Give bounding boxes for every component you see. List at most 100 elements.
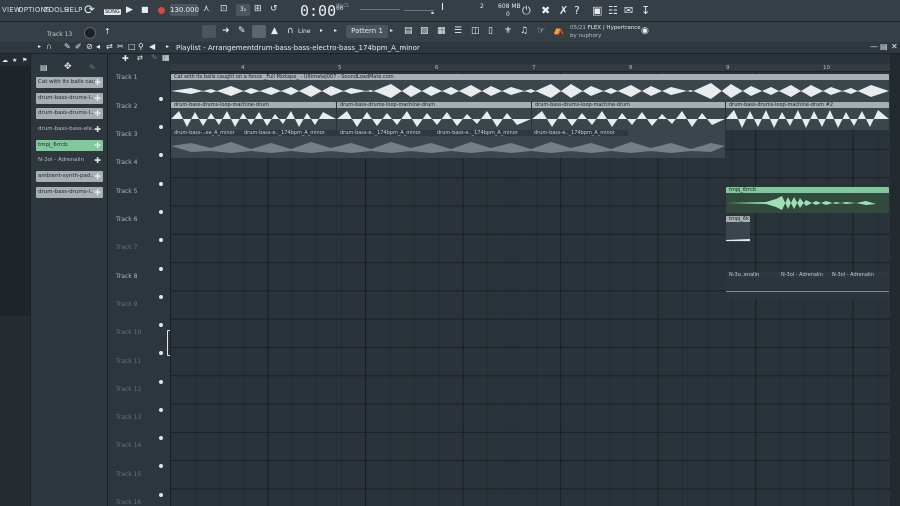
- magnet-snap-icon[interactable]: ∩: [46, 43, 52, 51]
- picker-move-icon[interactable]: ✥: [64, 63, 72, 72]
- track-arrows-icon[interactable]: ⇄: [137, 55, 143, 62]
- tool-delete-icon[interactable]: ⊘: [86, 43, 93, 51]
- refresh-icon[interactable]: ⟳: [84, 4, 95, 17]
- main-volume-knob[interactable]: [84, 27, 96, 39]
- mixer-icon[interactable]: ☰: [454, 27, 462, 36]
- play-icon[interactable]: ▶: [126, 6, 133, 15]
- track-label[interactable]: Track 9: [116, 301, 137, 308]
- track-mute-button[interactable]: [159, 351, 163, 355]
- track-mute-button[interactable]: [159, 464, 163, 468]
- track-mute-button[interactable]: [159, 323, 163, 327]
- browser-cloud-icon[interactable]: ☁: [2, 58, 8, 64]
- tool-zoom-icon[interactable]: ⚲: [138, 43, 144, 51]
- playlist-icon[interactable]: ▤: [404, 27, 413, 36]
- audio-clip[interactable]: tmpj_6rrcb: [726, 187, 889, 213]
- track-label[interactable]: Track 14: [116, 442, 141, 449]
- brush-icon[interactable]: ✎: [238, 27, 246, 36]
- tool-draw-icon[interactable]: ✎: [64, 43, 71, 51]
- track-label[interactable]: Track 11: [116, 358, 141, 365]
- track-label[interactable]: Track 6: [116, 216, 137, 223]
- minimize-icon[interactable]: —: [870, 43, 878, 51]
- track-mute-button[interactable]: [159, 267, 163, 271]
- timeline-ruler[interactable]: [170, 64, 890, 72]
- track-label[interactable]: Track 4: [116, 159, 137, 166]
- picker-edit-icon[interactable]: ✎: [89, 64, 96, 72]
- breadcrumb-arrow-icon[interactable]: ›: [402, 44, 405, 52]
- track-label[interactable]: Track 12: [116, 386, 141, 393]
- add-icon[interactable]: ✚: [94, 155, 101, 166]
- audio-clip[interactable]: drum-bass-drums-loop-machine-drum: [532, 102, 725, 130]
- picker-item[interactable]: drum-bass-bass-ele.. ✚: [36, 124, 103, 135]
- browser-icon[interactable]: ◫: [471, 27, 480, 36]
- vertical-scrollbar[interactable]: [890, 54, 900, 506]
- tool-playback-icon[interactable]: ◀: [149, 43, 155, 51]
- piano-icon[interactable]: [202, 25, 216, 38]
- blend-icon[interactable]: ⊞: [254, 5, 262, 14]
- tempo-tapper-icon[interactable]: ♫: [520, 27, 528, 36]
- track-label[interactable]: Track 5: [116, 188, 137, 195]
- add-icon[interactable]: ✚: [94, 93, 101, 104]
- download-icon[interactable]: ↧: [641, 5, 650, 16]
- wait-icon[interactable]: ⊡: [220, 5, 228, 14]
- add-icon[interactable]: ✚: [94, 77, 101, 88]
- tool-mute-icon[interactable]: ◂: [96, 43, 100, 51]
- add-icon[interactable]: ✚: [94, 124, 101, 135]
- maximize-icon[interactable]: ▤: [880, 43, 888, 51]
- track-mute-button[interactable]: [159, 97, 163, 101]
- pitch-icon[interactable]: ↑: [104, 28, 111, 36]
- tempo-display[interactable]: 130.000: [170, 4, 199, 16]
- audio-clip[interactable]: drum-bass-drums-loop-machine-drum #2: [726, 102, 889, 130]
- picker-list-icon[interactable]: ▤: [40, 64, 48, 72]
- pitch-knob-icon[interactable]: ⚭: [430, 11, 435, 17]
- picker-item[interactable]: drum-bass-drums-l.. ✚: [36, 108, 103, 119]
- track-mute-button[interactable]: [159, 238, 163, 242]
- power-icon[interactable]: ⏻: [522, 5, 531, 16]
- add-icon[interactable]: ✚: [94, 187, 101, 198]
- tool-paint-icon[interactable]: ✐: [75, 43, 82, 51]
- breadcrumb[interactable]: drum-bass-bass-electro-bass_174bpm_A_min…: [254, 44, 420, 52]
- audio-clip[interactable]: drum-bass-drums-loop-machine-drum: [337, 102, 531, 130]
- stamp-icon[interactable]: ▲: [271, 27, 278, 36]
- picker-item[interactable]: ambient-synth-pad.. ✚: [36, 171, 103, 182]
- cut-icon[interactable]: ✖: [541, 5, 550, 16]
- pattern-add-icon[interactable]: ▸: [390, 28, 393, 34]
- track-grid-icon[interactable]: ▦: [162, 54, 170, 62]
- track-label[interactable]: Track 8: [116, 273, 137, 280]
- browser-tag-icon[interactable]: ⚑: [22, 58, 27, 64]
- tool-slice-icon[interactable]: ✂: [117, 43, 124, 51]
- track-mute-button[interactable]: [159, 408, 163, 412]
- add-icon[interactable]: ✚: [94, 171, 101, 182]
- track-label[interactable]: Track 2: [116, 103, 137, 110]
- window-menu-icon[interactable]: ▸: [38, 44, 41, 50]
- save-icon[interactable]: ▣: [592, 5, 602, 16]
- plugin-icon[interactable]: ☷: [608, 5, 618, 16]
- cross-icon[interactable]: ✗: [559, 5, 568, 16]
- picker-item[interactable]: drum-bass-drums-l.. ✚: [36, 187, 103, 198]
- track-pencil-icon[interactable]: ✎: [151, 54, 158, 62]
- globe-icon[interactable]: ◉: [641, 27, 649, 36]
- pattern-selector[interactable]: Pattern 1: [346, 25, 388, 38]
- audio-clip-group[interactable]: drum-bass-..ee_A_minor drum-bass-e.._174…: [171, 130, 725, 158]
- pat-song-toggle[interactable]: SONG: [104, 9, 121, 15]
- track-mute-button[interactable]: [159, 436, 163, 440]
- track-mute-button[interactable]: [159, 295, 163, 299]
- tool-slip-icon[interactable]: ⇄: [106, 43, 113, 51]
- countdown-icon[interactable]: 3₂: [236, 4, 250, 16]
- track-label[interactable]: Track 16: [116, 499, 141, 506]
- channel-rack-icon[interactable]: ▧: [420, 27, 429, 36]
- track-mute-button[interactable]: [159, 182, 163, 186]
- track-label[interactable]: Track 10: [116, 329, 141, 336]
- track-label[interactable]: Track 1: [116, 74, 137, 81]
- picker-item[interactable]: tmpj_6rrcb ✚: [36, 140, 103, 151]
- snap-dropdown-icon[interactable]: ▸: [320, 28, 323, 34]
- add-track-icon[interactable]: ✚: [122, 55, 129, 63]
- plugin-db-icon[interactable]: ⚜: [504, 27, 512, 36]
- add-icon[interactable]: ✚: [94, 108, 101, 119]
- track-mute-button[interactable]: [159, 210, 163, 214]
- chat-icon[interactable]: ✉: [624, 5, 633, 16]
- audio-clip[interactable]: Cat with its balls caught on a fence _Fu…: [171, 74, 889, 102]
- track-mute-button[interactable]: [159, 125, 163, 129]
- loop-record-icon[interactable]: ↺: [270, 5, 278, 14]
- track-label[interactable]: Track 7: [116, 244, 137, 251]
- stop-icon[interactable]: ■: [141, 6, 149, 14]
